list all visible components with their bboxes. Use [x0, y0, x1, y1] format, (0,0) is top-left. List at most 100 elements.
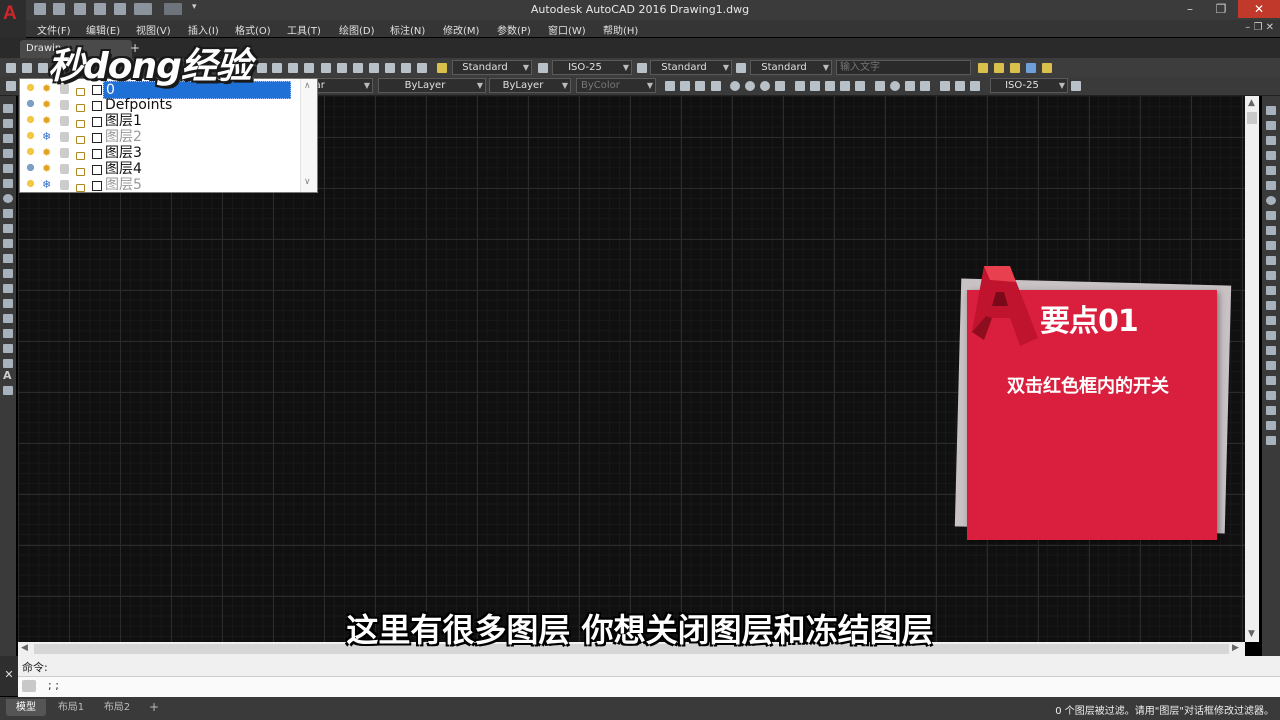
menu-tools[interactable]: 工具(T): [287, 22, 321, 37]
markup-icon[interactable]: [385, 63, 395, 73]
layer-tool1-icon[interactable]: [978, 63, 988, 73]
layer-on-bulb-icon[interactable]: [26, 132, 35, 142]
mdi-controls-icon[interactable]: – ❐ ✕: [1245, 22, 1274, 33]
app-menu-button[interactable]: A: [0, 0, 26, 38]
layer-unlock-icon[interactable]: [76, 168, 85, 176]
explode-icon[interactable]: [1266, 361, 1276, 370]
save-icon[interactable]: [74, 3, 86, 15]
vertical-scroll-thumb[interactable]: [1247, 112, 1257, 124]
blend-icon[interactable]: [1266, 346, 1276, 355]
layer-row-1[interactable]: ✹ 图层1: [20, 113, 300, 129]
insert-block-icon[interactable]: [3, 269, 13, 278]
layer-thaw-sun-icon[interactable]: ✹: [42, 113, 51, 127]
erase-icon[interactable]: [1266, 106, 1276, 115]
dim-radius-icon[interactable]: [730, 81, 740, 91]
properties-icon[interactable]: [321, 63, 331, 73]
tab-layout1[interactable]: 布局1: [50, 699, 92, 716]
tool-palettes-icon[interactable]: [353, 63, 363, 73]
search-input[interactable]: [836, 60, 971, 75]
menu-window[interactable]: 窗口(W): [548, 22, 586, 37]
layer-thaw-sun-icon[interactable]: ✹: [42, 161, 51, 175]
menu-format[interactable]: 格式(O): [235, 22, 271, 37]
pan-icon[interactable]: [257, 63, 267, 73]
text-to-front-icon[interactable]: [1266, 436, 1276, 445]
dim-update-icon[interactable]: [970, 81, 980, 91]
layer-row-3[interactable]: ✹ 图层3: [20, 145, 300, 161]
command-line-handle[interactable]: ✕: [0, 656, 18, 696]
dim-arc-icon[interactable]: [695, 81, 705, 91]
save-file-icon[interactable]: [38, 63, 48, 73]
open-icon[interactable]: [53, 3, 65, 15]
trim-icon[interactable]: [1266, 241, 1276, 250]
array-icon[interactable]: [1266, 166, 1276, 175]
command-close-icon[interactable]: ✕: [0, 668, 18, 681]
lineweight-select[interactable]: ByLayer ▼: [489, 78, 571, 93]
region-icon[interactable]: [3, 344, 13, 353]
tab-layout2[interactable]: 布局2: [96, 699, 138, 716]
add-layout-button[interactable]: +: [144, 699, 164, 716]
qnew-icon[interactable]: [6, 63, 16, 73]
menu-modify[interactable]: 修改(M): [443, 22, 479, 37]
zoom-realtime-icon[interactable]: [272, 63, 282, 73]
command-prompt-icon[interactable]: [22, 680, 36, 692]
line-icon[interactable]: [3, 104, 13, 113]
dim-style-manager-icon[interactable]: [1071, 81, 1081, 91]
gradient-icon[interactable]: [3, 329, 13, 338]
layer-off-bulb-icon[interactable]: [26, 100, 35, 110]
polygon-icon[interactable]: [3, 149, 13, 158]
break-icon[interactable]: [1266, 286, 1276, 295]
layer-row-5[interactable]: ❄ 图层5: [20, 177, 300, 193]
menu-edit[interactable]: 编辑(E): [86, 22, 120, 37]
layer-dropdown-list[interactable]: ✹ 0 ✹ Defpoints ✹ 图层1 ❄ 图层2 ✹ 图层3 ✹ 图层4 …: [19, 78, 318, 193]
construction-line-icon[interactable]: [3, 119, 13, 128]
command-input-text[interactable]: ; ;: [48, 679, 59, 692]
dim-baseline-icon[interactable]: [810, 81, 820, 91]
menu-view[interactable]: 视图(V): [136, 22, 171, 37]
dim-space-icon[interactable]: [840, 81, 850, 91]
layer-on-bulb-icon[interactable]: [26, 180, 35, 190]
quickcalc-icon[interactable]: [401, 63, 411, 73]
layer-row-4[interactable]: ✹ 图层4: [20, 161, 300, 177]
layer-frozen-snowflake-icon[interactable]: ❄: [42, 129, 51, 143]
viewport-freeze-icon[interactable]: [60, 116, 69, 126]
layer-on-bulb-icon[interactable]: [26, 116, 35, 126]
dropdown-scrollbar[interactable]: ∧ ∨: [300, 79, 317, 192]
layer-unlock-icon[interactable]: [76, 136, 85, 144]
layer-off-bulb-icon[interactable]: [26, 164, 35, 174]
dim-ordinate-icon[interactable]: [711, 81, 721, 91]
menu-insert[interactable]: 插入(I): [188, 22, 219, 37]
layer-unlock-icon[interactable]: [76, 184, 85, 192]
chamfer-icon[interactable]: [1266, 316, 1276, 325]
command-input-line[interactable]: ; ;: [18, 676, 1280, 697]
point-icon[interactable]: [3, 299, 13, 308]
copy-icon[interactable]: [1266, 121, 1276, 130]
layer-row-2[interactable]: ❄ 图层2: [20, 129, 300, 145]
scroll-up-icon[interactable]: ▲: [1248, 98, 1255, 108]
mtext-icon[interactable]: A: [3, 370, 13, 381]
rotate-icon[interactable]: [1266, 196, 1276, 205]
layer-unlock-icon[interactable]: [76, 152, 85, 160]
zoom-window-icon[interactable]: [288, 63, 298, 73]
open-file-icon[interactable]: [22, 63, 32, 73]
menu-dimension[interactable]: 标注(N): [390, 22, 425, 37]
menu-parametric[interactable]: 参数(P): [497, 22, 531, 37]
stretch-icon[interactable]: [1266, 226, 1276, 235]
center-mark-icon[interactable]: [890, 81, 900, 91]
ellipse-icon[interactable]: [3, 239, 13, 248]
dim-angular-icon[interactable]: [775, 81, 785, 91]
dim-continue-icon[interactable]: [825, 81, 835, 91]
menu-help[interactable]: 帮助(H): [603, 22, 638, 37]
print-icon[interactable]: [114, 3, 126, 15]
add-selected-icon[interactable]: [3, 386, 13, 395]
layer-on-bulb-icon[interactable]: [26, 84, 35, 94]
hatch-icon[interactable]: [3, 314, 13, 323]
viewport-freeze-icon[interactable]: [60, 100, 69, 110]
viewport-freeze-icon[interactable]: [60, 164, 69, 174]
polyline-icon[interactable]: [3, 134, 13, 143]
viewport-freeze-icon[interactable]: [60, 132, 69, 142]
scale-icon[interactable]: [1266, 211, 1276, 220]
dim-style-select[interactable]: ISO-25 ▼: [552, 60, 632, 75]
viewport-freeze-icon[interactable]: [60, 180, 69, 190]
layer-tool4-icon[interactable]: [1026, 63, 1036, 73]
help-icon[interactable]: [417, 63, 427, 73]
